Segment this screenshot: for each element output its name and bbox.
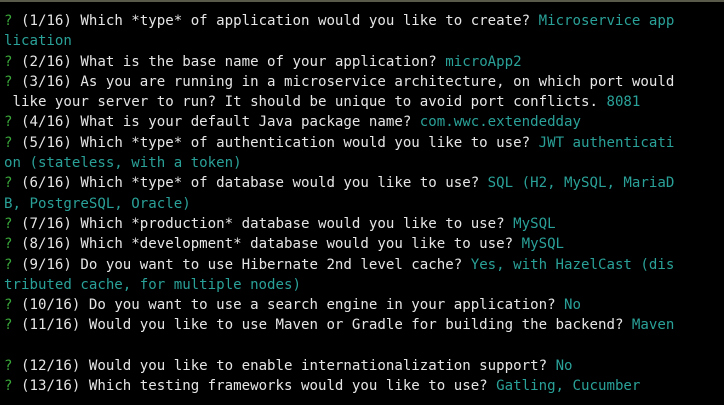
wrapped-line: tributed cache, for multiple nodes) [4,275,720,295]
question-mark-icon: ? [4,358,13,375]
question-mark-icon: ? [4,317,13,334]
question-text: (4/16) What is your default Java package… [12,114,420,131]
prompt-line: ? (1/16) Which *type* of application wou… [4,11,720,31]
prompt-line: ? (2/16) What is the base name of your a… [4,52,720,72]
question-text: (1/16) Which *type* of application would… [12,13,539,29]
answer-text: lication [4,33,72,50]
question-text: (11/16) Would you like to use Maven or G… [12,317,632,334]
wrapped-line: like your server to run? It should be un… [4,92,720,112]
prompt-line: ? (3/16) As you are running in a microse… [4,72,720,92]
answer-text: No [555,358,573,375]
prompt-line: ? (7/16) Which *production* database wou… [4,214,720,234]
answer-text: MySQL [521,236,565,253]
question-text: (6/16) Which *type* of database would yo… [12,175,488,192]
answer-text: microApp2 [445,53,522,70]
top-divider [0,0,724,2]
prompt-line: ? (5/16) Which *type* of authentication … [4,133,720,153]
answer-text: on (stateless, with a token) [4,155,242,172]
question-mark-icon: ? [4,236,13,253]
answer-text: JWT authenticati [538,134,675,151]
wrapped-line: on (stateless, with a token) [4,153,720,173]
question-text: (10/16) Do you want to use a search engi… [12,297,565,314]
prompt-line: ? (10/16) Do you want to use a search en… [4,295,720,315]
question-mark-icon: ? [4,134,13,151]
terminal-output: ? (1/16) Which *type* of application wou… [4,11,720,397]
prompt-line: ? (11/16) Would you like to use Maven or… [4,315,720,335]
answer-text: B, PostgreSQL, Oracle) [4,195,191,212]
answer-text: tributed cache, for multiple nodes) [4,276,301,293]
question-mark-icon: ? [4,114,13,131]
question-text: (8/16) Which *development* database woul… [12,236,522,253]
question-mark-icon: ? [4,53,13,70]
answer-text: SQL (H2, MySQL, MariaD [487,175,675,192]
prompt-line: ? (9/16) Do you want to use Hibernate 2n… [4,255,720,275]
answer-text: 8081 [606,94,641,111]
question-text: (2/16) What is the base name of your app… [12,53,446,70]
question-text: like your server to run? It should be un… [4,94,607,111]
question-text: (13/16) Which testing frameworks would y… [12,378,497,395]
answer-text: Gatling, Cucumber [496,378,641,395]
question-mark-icon: ? [4,73,13,90]
answer-text: Microservice app [538,13,675,29]
answer-text: Maven [631,317,675,334]
answer-text: com.wwc.extendedday [419,114,582,131]
question-mark-icon: ? [4,215,13,232]
terminal-window[interactable]: ? (1/16) Which *type* of application wou… [0,0,724,405]
wrapped-line: B, PostgreSQL, Oracle) [4,194,720,214]
question-mark-icon: ? [4,378,13,395]
question-mark-icon: ? [4,256,13,273]
question-mark-icon: ? [4,297,13,314]
question-text: (12/16) Would you like to enable interna… [12,358,556,375]
question-text: (7/16) Which *production* database would… [12,215,514,232]
question-mark-icon: ? [4,13,13,29]
answer-text: Yes, with HazelCast (dis [470,256,675,273]
prompt-line: ? (8/16) Which *development* database wo… [4,234,720,254]
prompt-line: ? (4/16) What is your default Java packa… [4,112,720,132]
question-text: (3/16) As you are running in a microserv… [12,73,675,90]
wrapped-line: lication [4,31,720,51]
answer-text: No [564,297,582,314]
prompt-line: ? (13/16) Which testing frameworks would… [4,376,720,396]
prompt-line: ? (6/16) Which *type* of database would … [4,173,720,193]
prompt-line: ? (12/16) Would you like to enable inter… [4,356,720,376]
question-mark-icon: ? [4,175,13,192]
answer-text: MySQL [513,215,556,232]
question-text: (5/16) Which *type* of authentication wo… [12,134,539,151]
question-text: (9/16) Do you want to use Hibernate 2nd … [12,256,471,273]
